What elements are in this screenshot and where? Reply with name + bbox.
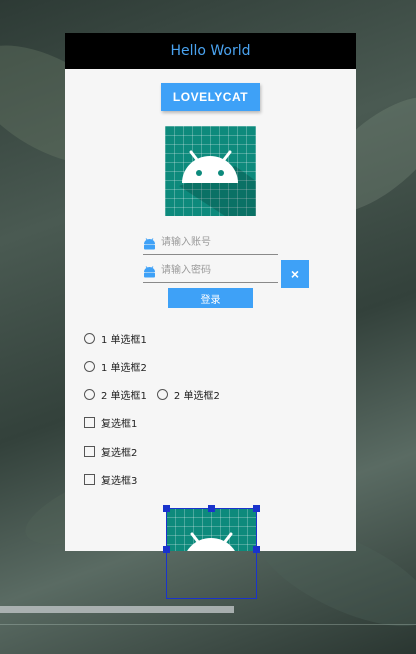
radio-circle[interactable] bbox=[84, 360, 95, 372]
bottom-divider bbox=[0, 624, 416, 645]
horizontal-scrollbar[interactable] bbox=[0, 606, 234, 613]
login-button[interactable]: 登录 bbox=[168, 288, 253, 308]
radio-group-2: 2 单选框1 2 单选框2 bbox=[84, 387, 220, 402]
checkbox-option[interactable]: 复选框3 bbox=[84, 472, 138, 487]
resize-handle[interactable] bbox=[253, 505, 260, 512]
checkbox-box[interactable] bbox=[84, 473, 95, 485]
radio-option[interactable]: 1 单选框2 bbox=[84, 359, 147, 374]
resize-handle[interactable] bbox=[253, 546, 260, 553]
checkbox-label: 复选框1 bbox=[101, 418, 138, 430]
account-field bbox=[143, 234, 278, 255]
checkbox-label: 复选框3 bbox=[101, 475, 138, 487]
app-window: Hello World LOVELYCAT 请输入账号 × 登录 1 单选框1 … bbox=[65, 33, 356, 551]
lovelycat-button[interactable]: LOVELYCAT bbox=[161, 83, 260, 111]
checkbox-option[interactable]: 复选框1 bbox=[84, 415, 138, 430]
resize-handle[interactable] bbox=[163, 505, 170, 512]
radio-label: 2 单选框2 bbox=[173, 390, 220, 402]
android-logo-icon bbox=[165, 126, 256, 216]
radio-circle[interactable] bbox=[84, 388, 95, 400]
radio-option[interactable]: 1 单选框1 bbox=[84, 331, 147, 346]
android-icon bbox=[143, 264, 156, 283]
radio-circle[interactable] bbox=[156, 388, 168, 400]
password-field bbox=[143, 262, 278, 283]
resize-handle[interactable] bbox=[163, 546, 170, 553]
radio-circle[interactable] bbox=[84, 332, 95, 344]
resize-handle[interactable] bbox=[208, 505, 215, 512]
android-icon bbox=[143, 236, 156, 255]
app-title: Hello World bbox=[170, 43, 251, 59]
checkbox-option[interactable]: 复选框2 bbox=[84, 444, 138, 459]
password-input[interactable] bbox=[159, 264, 278, 277]
app-title-bar: Hello World bbox=[65, 33, 356, 69]
radio-label: 1 单选框2 bbox=[101, 362, 147, 374]
checkbox-box[interactable] bbox=[84, 445, 95, 457]
radio-label: 1 单选框1 bbox=[101, 334, 147, 346]
checkbox-box[interactable] bbox=[84, 416, 95, 428]
clear-button[interactable]: × bbox=[281, 260, 309, 288]
account-input[interactable] bbox=[159, 236, 278, 249]
checkbox-label: 复选框2 bbox=[101, 447, 138, 459]
selection-box[interactable] bbox=[166, 508, 257, 599]
radio-label: 2 单选框1 bbox=[101, 390, 147, 402]
